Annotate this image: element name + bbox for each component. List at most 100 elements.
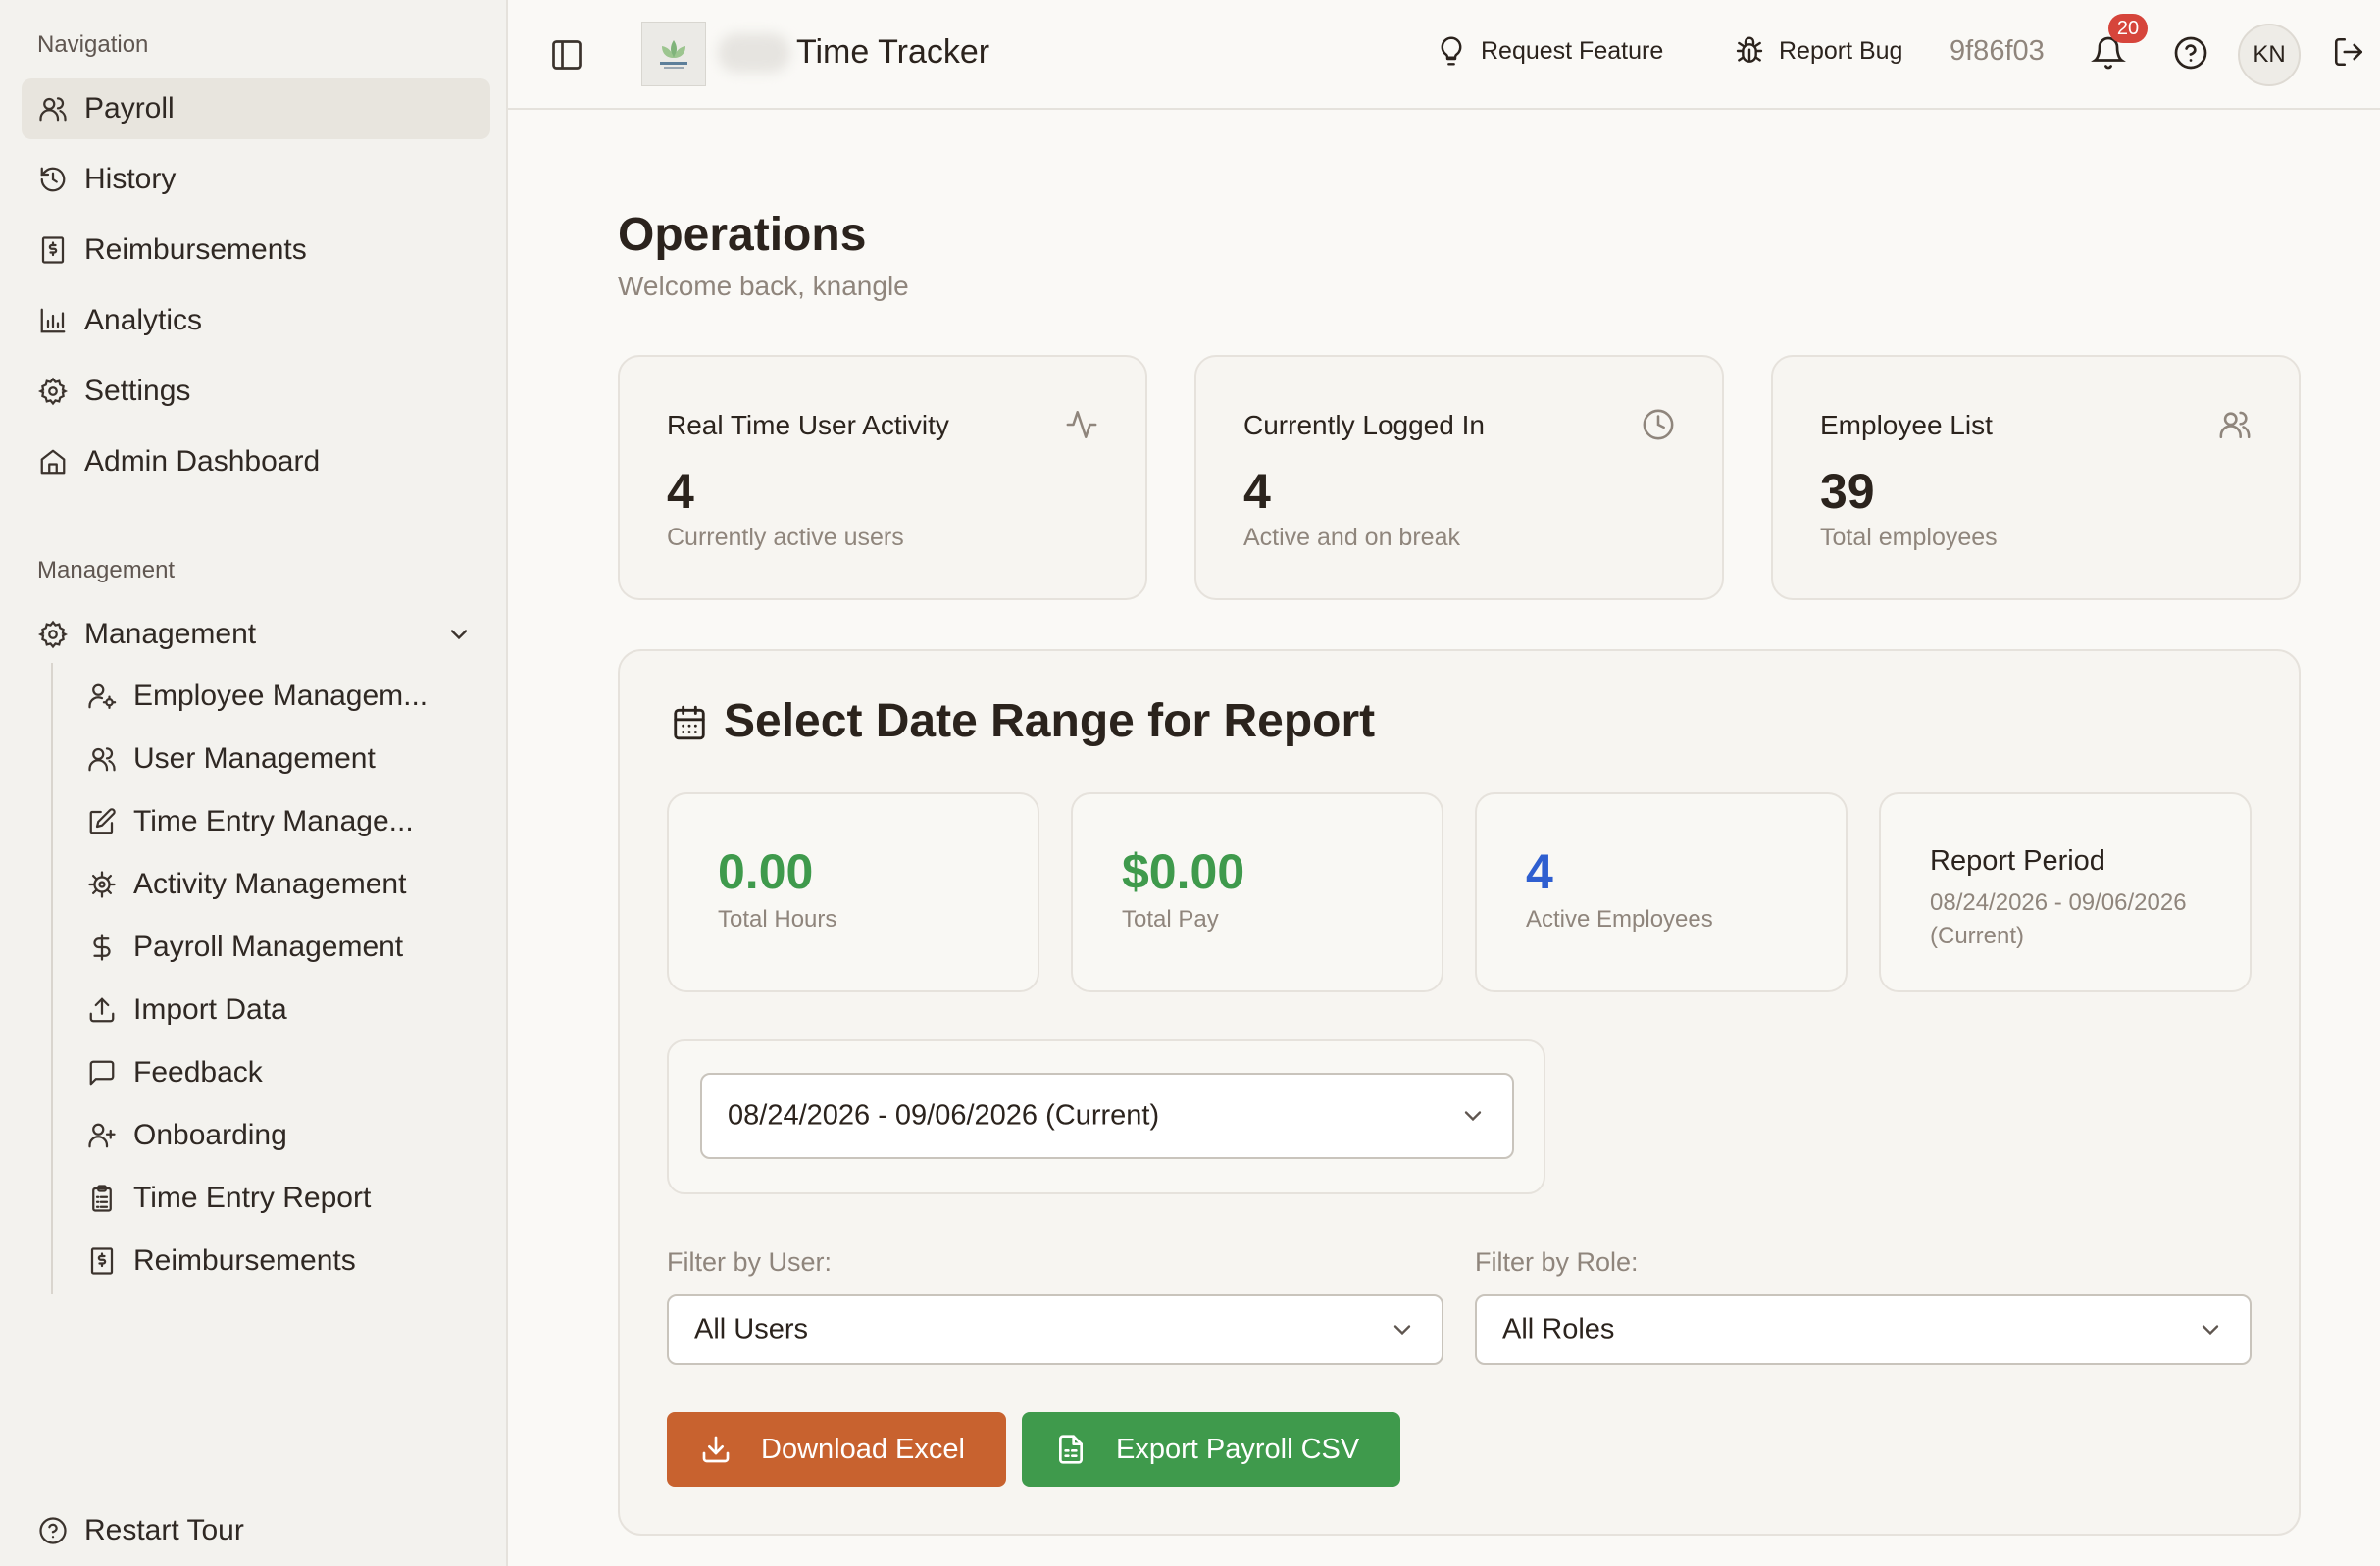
sidebar-item-label: Analytics	[84, 304, 203, 336]
sidebar-item-label: Settings	[84, 375, 191, 407]
sidebar-item-label: Reimbursements	[133, 1244, 356, 1277]
upload-icon	[86, 994, 118, 1026]
user-plus-icon	[86, 1120, 118, 1151]
stat-card-desc: Total employees	[1820, 524, 1998, 551]
report-period-title: Report Period	[1930, 845, 2105, 877]
history-icon	[37, 164, 69, 195]
dollar-icon	[86, 932, 118, 963]
sidebar-item-import-data[interactable]: Import Data	[76, 983, 488, 1037]
filter-role-select[interactable]: All Roles	[1475, 1294, 2252, 1365]
stat-card-title: Employee List	[1820, 410, 1993, 440]
sidebar-item-activity-management[interactable]: Activity Management	[76, 857, 488, 912]
summary-card-total-pay: $0.00 Total Pay	[1071, 792, 1443, 992]
home-icon	[37, 446, 69, 478]
filter-user-select[interactable]: All Users	[667, 1294, 1443, 1365]
download-icon	[700, 1434, 732, 1465]
sidebar-item-label: Payroll	[84, 92, 175, 125]
summary-card-report-period: Report Period 08/24/2026 - 09/06/2026 (C…	[1879, 792, 2252, 992]
request-feature-button[interactable]: Request Feature	[1436, 35, 1663, 67]
stat-card-desc: Currently active users	[667, 524, 904, 551]
user-cog-icon	[86, 681, 118, 712]
clock-icon	[1642, 408, 1675, 441]
version-hash: 9f86f03	[1950, 35, 2045, 67]
sidebar-item-payroll[interactable]: Payroll	[22, 78, 490, 139]
filter-user-value: All Users	[694, 1313, 809, 1345]
user-avatar[interactable]: KN	[2238, 24, 2301, 86]
sidebar-item-label: Reimbursements	[84, 233, 307, 266]
active-employees-label: Active Employees	[1526, 906, 1713, 933]
top-header: Time Tracker Request Feature Report Bug …	[508, 0, 2380, 110]
company-logo	[641, 22, 706, 86]
gear-icon	[37, 376, 69, 407]
report-title: Select Date Range for Report	[724, 695, 1376, 747]
users-icon	[37, 93, 69, 125]
sidebar-item-label: Time Entry Manage...	[133, 805, 414, 837]
management-section-title: Management	[37, 557, 176, 583]
clipboard-icon	[86, 1183, 118, 1214]
sidebar-item-label: Employee Managem...	[133, 680, 429, 712]
chevron-down-icon	[2197, 1316, 2224, 1343]
stat-card-value: 39	[1820, 464, 1875, 519]
stat-card-currently-logged-in[interactable]: Currently Logged In 4 Active and on brea…	[1194, 355, 1724, 600]
stat-card-desc: Active and on break	[1243, 524, 1460, 551]
sidebar-item-label: History	[84, 163, 177, 195]
edit-icon	[86, 806, 118, 837]
notification-count-badge: 20	[2108, 14, 2148, 43]
sidebar-item-time-entry-management[interactable]: Time Entry Manage...	[76, 794, 488, 849]
receipt-icon	[86, 1245, 118, 1277]
filter-role-value: All Roles	[1502, 1313, 1615, 1345]
file-text-icon	[1055, 1434, 1087, 1465]
nav-section-title: Navigation	[37, 31, 149, 58]
summary-card-total-hours: 0.00 Total Hours	[667, 792, 1039, 992]
total-hours-label: Total Hours	[718, 906, 837, 933]
date-range-select[interactable]: 08/24/2026 - 09/06/2026 (Current)	[700, 1073, 1514, 1159]
sidebar-item-onboarding[interactable]: Onboarding	[76, 1108, 488, 1163]
sidebar-item-label: Admin Dashboard	[84, 445, 321, 478]
sidebar-item-reimbursements-sub[interactable]: Reimbursements	[76, 1234, 488, 1288]
bar-chart-icon	[37, 305, 69, 336]
logout-icon[interactable]	[2332, 35, 2367, 71]
download-excel-button[interactable]: Download Excel	[667, 1412, 1006, 1487]
sidebar-item-time-entry-report[interactable]: Time Entry Report	[76, 1171, 488, 1226]
sidebar-item-label: Feedback	[133, 1056, 263, 1088]
stat-card-real-time-activity[interactable]: Real Time User Activity 4 Currently acti…	[618, 355, 1147, 600]
date-range-container: 08/24/2026 - 09/06/2026 (Current)	[667, 1039, 1545, 1194]
sidebar-group-management[interactable]: Management	[22, 604, 490, 665]
sidebar: Navigation Payroll History Reimbursement…	[0, 0, 508, 1566]
sidebar-item-label: Time Entry Report	[133, 1182, 372, 1214]
sidebar-item-payroll-management[interactable]: Payroll Management	[76, 920, 488, 975]
cog-icon	[86, 869, 118, 900]
bug-icon	[1734, 35, 1765, 67]
sidebar-item-history[interactable]: History	[22, 149, 490, 210]
export-payroll-csv-button[interactable]: Export Payroll CSV	[1022, 1412, 1400, 1487]
redacted-name	[718, 33, 790, 73]
sidebar-item-user-management[interactable]: User Management	[76, 732, 488, 786]
date-range-selected: 08/24/2026 - 09/06/2026 (Current)	[728, 1099, 1160, 1132]
stat-card-employee-list[interactable]: Employee List 39 Total employees	[1771, 355, 2301, 600]
activity-icon	[1065, 408, 1098, 441]
sidebar-toggle-icon[interactable]	[549, 37, 584, 73]
app-title: Time Tracker	[796, 33, 990, 71]
sidebar-item-employee-management[interactable]: Employee Managem...	[76, 669, 488, 724]
page-subtitle: Welcome back, knangle	[618, 271, 909, 301]
restart-tour-label: Restart Tour	[84, 1514, 244, 1546]
restart-tour-button[interactable]: Restart Tour	[22, 1500, 490, 1561]
sidebar-item-admin-dashboard[interactable]: Admin Dashboard	[22, 431, 490, 492]
report-bug-button[interactable]: Report Bug	[1734, 35, 1902, 67]
filter-role-label: Filter by Role:	[1475, 1247, 1639, 1277]
calendar-icon	[671, 704, 708, 741]
chevron-down-icon	[445, 621, 473, 648]
help-icon[interactable]	[2173, 35, 2208, 71]
lightbulb-icon	[1436, 35, 1467, 67]
sidebar-item-feedback[interactable]: Feedback	[76, 1045, 488, 1100]
total-pay-label: Total Pay	[1122, 906, 1219, 933]
total-pay-value: $0.00	[1122, 844, 1245, 899]
sidebar-item-reimbursements[interactable]: Reimbursements	[22, 220, 490, 280]
report-period-value: 08/24/2026 - 09/06/2026 (Current)	[1930, 889, 2187, 949]
submenu-guide-line	[51, 663, 53, 1294]
sidebar-item-analytics[interactable]: Analytics	[22, 290, 490, 351]
sidebar-item-settings[interactable]: Settings	[22, 361, 490, 422]
sidebar-item-label: Import Data	[133, 993, 287, 1026]
request-feature-label: Request Feature	[1481, 36, 1664, 65]
stat-card-value: 4	[1243, 464, 1271, 519]
